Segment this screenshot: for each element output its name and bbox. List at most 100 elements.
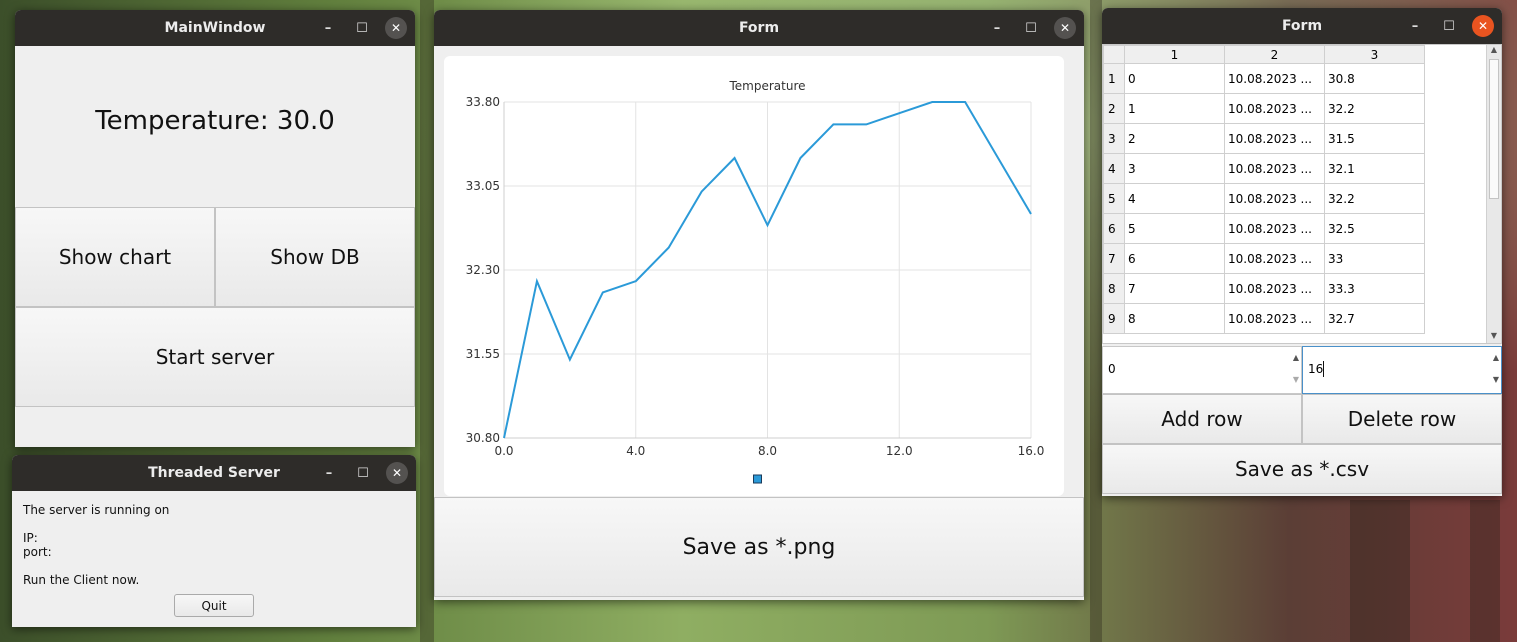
save-png-button[interactable]: Save as *.png [434, 497, 1084, 597]
chart-window-titlebar[interactable]: Form – ☐ ✕ [434, 10, 1084, 46]
y-tick-label: 32.30 [466, 263, 500, 277]
chart-panel: Temperature 0.0 4.0 8.0 12.0 16.0 33.80 33.05 32… [444, 56, 1064, 496]
table-cell[interactable]: 1 [1124, 93, 1225, 124]
server-window-titlebar[interactable]: Threaded Server – ☐ ✕ [12, 455, 416, 491]
row-header[interactable]: 6 [1103, 213, 1125, 244]
spin-down-icon[interactable]: ▼ [1293, 375, 1299, 384]
table-cell[interactable]: 10.08.2023 ... [1224, 243, 1325, 274]
save-csv-button[interactable]: Save as *.csv [1102, 444, 1502, 494]
end-index-spinbox[interactable]: 16 ▲ ▼ [1302, 346, 1502, 394]
show-chart-button[interactable]: Show chart [15, 207, 215, 307]
maximize-icon[interactable]: ☐ [1020, 17, 1042, 39]
y-tick-label: 30.80 [466, 431, 500, 445]
table-row[interactable]: 9 8 10.08.2023 ... 32.7 [1103, 303, 1425, 334]
table-cell[interactable]: 2 [1124, 123, 1225, 154]
x-tick-label: 0.0 [494, 444, 513, 458]
legend-marker [753, 474, 762, 484]
table-cell[interactable]: 32.7 [1324, 303, 1425, 334]
table-cell[interactable]: 32.2 [1324, 93, 1425, 124]
row-header[interactable]: 4 [1103, 153, 1125, 184]
text-cursor [1323, 361, 1324, 377]
table-cell[interactable]: 10.08.2023 ... [1224, 303, 1325, 334]
chart-title: Temperature [728, 79, 805, 93]
table-cell[interactable]: 30.8 [1324, 63, 1425, 94]
scroll-down-icon[interactable]: ▼ [1487, 331, 1501, 343]
table-cell[interactable]: 7 [1124, 273, 1225, 304]
close-icon[interactable]: ✕ [386, 462, 408, 484]
row-header[interactable]: 8 [1103, 273, 1125, 304]
table-cell[interactable]: 10.08.2023 ... [1224, 213, 1325, 244]
start-index-spinbox[interactable]: 0 ▲ ▼ [1102, 346, 1302, 394]
table-cell[interactable]: 10.08.2023 ... [1224, 273, 1325, 304]
data-table: 1 2 3 1 0 10.08.2023 ... 30.8 2 1 10.08.2023 .… [1103, 45, 1425, 334]
background-tree [1470, 500, 1500, 642]
close-icon[interactable]: ✕ [1472, 15, 1494, 37]
table-row[interactable]: 1 0 10.08.2023 ... 30.8 [1103, 63, 1425, 94]
row-header[interactable]: 3 [1103, 123, 1125, 154]
table-cell[interactable]: 32.1 [1324, 153, 1425, 184]
minimize-icon[interactable]: – [318, 462, 340, 484]
table-row[interactable]: 3 2 10.08.2023 ... 31.5 [1103, 123, 1425, 154]
table-cell[interactable]: 3 [1124, 153, 1225, 184]
background-tree [1350, 500, 1410, 642]
db-window-titlebar[interactable]: Form – ☐ ✕ [1102, 8, 1502, 44]
close-icon[interactable]: ✕ [385, 17, 407, 39]
table-cell[interactable]: 10.08.2023 ... [1224, 123, 1325, 154]
table-cell[interactable]: 31.5 [1324, 123, 1425, 154]
row-header[interactable]: 2 [1103, 93, 1125, 124]
main-window: MainWindow – ☐ ✕ Temperature: 30.0 Show … [15, 10, 415, 447]
db-window: Form – ☐ ✕ 1 2 3 1 0 10.08.2023 ... 30.8 2 1 1… [1102, 8, 1502, 496]
background-tree [420, 0, 434, 642]
spin-down-icon[interactable]: ▼ [1493, 375, 1499, 384]
row-header[interactable]: 1 [1103, 63, 1125, 94]
table-cell[interactable]: 10.08.2023 ... [1224, 153, 1325, 184]
maximize-icon[interactable]: ☐ [1438, 15, 1460, 37]
row-header[interactable]: 9 [1103, 303, 1125, 334]
maximize-icon[interactable]: ☐ [351, 17, 373, 39]
table-cell[interactable]: 0 [1124, 63, 1225, 94]
close-icon[interactable]: ✕ [1054, 17, 1076, 39]
main-window-titlebar[interactable]: MainWindow – ☐ ✕ [15, 10, 415, 46]
table-cell[interactable]: 33.3 [1324, 273, 1425, 304]
table-row[interactable]: 2 1 10.08.2023 ... 32.2 [1103, 93, 1425, 124]
table-cell[interactable]: 4 [1124, 183, 1225, 214]
column-header[interactable]: 3 [1324, 45, 1425, 64]
vertical-scrollbar[interactable]: ▲ ▼ [1486, 45, 1501, 343]
table-cell[interactable]: 10.08.2023 ... [1224, 93, 1325, 124]
table-cell[interactable]: 32.5 [1324, 213, 1425, 244]
row-header[interactable]: 5 [1103, 183, 1125, 214]
window-title: Threaded Server [148, 465, 280, 481]
corner-header[interactable] [1103, 45, 1125, 64]
x-tick-label: 16.0 [1018, 444, 1045, 458]
table-cell[interactable]: 5 [1124, 213, 1225, 244]
start-server-button[interactable]: Start server [15, 307, 415, 407]
maximize-icon[interactable]: ☐ [352, 462, 374, 484]
column-header[interactable]: 2 [1224, 45, 1325, 64]
table-row[interactable]: 5 4 10.08.2023 ... 32.2 [1103, 183, 1425, 214]
table-cell[interactable]: 10.08.2023 ... [1224, 63, 1325, 94]
table-row[interactable]: 8 7 10.08.2023 ... 33.3 [1103, 273, 1425, 304]
table-cell[interactable]: 32.2 [1324, 183, 1425, 214]
run-client-text: Run the Client now. [23, 573, 140, 587]
spin-up-icon[interactable]: ▲ [1493, 353, 1499, 362]
scrollbar-thumb[interactable] [1489, 59, 1499, 199]
scroll-up-icon[interactable]: ▲ [1487, 45, 1501, 57]
table-row[interactable]: 6 5 10.08.2023 ... 32.5 [1103, 213, 1425, 244]
spin-up-icon[interactable]: ▲ [1293, 353, 1299, 362]
column-header[interactable]: 1 [1124, 45, 1225, 64]
table-cell[interactable]: 33 [1324, 243, 1425, 274]
delete-row-button[interactable]: Delete row [1302, 394, 1502, 444]
quit-button[interactable]: Quit [174, 594, 254, 617]
table-row[interactable]: 7 6 10.08.2023 ... 33 [1103, 243, 1425, 274]
data-table-view[interactable]: 1 2 3 1 0 10.08.2023 ... 30.8 2 1 10.08.2023 .… [1102, 44, 1502, 344]
table-cell[interactable]: 8 [1124, 303, 1225, 334]
add-row-button[interactable]: Add row [1102, 394, 1302, 444]
table-cell[interactable]: 10.08.2023 ... [1224, 183, 1325, 214]
show-db-button[interactable]: Show DB [215, 207, 415, 307]
minimize-icon[interactable]: – [317, 17, 339, 39]
table-row[interactable]: 4 3 10.08.2023 ... 32.1 [1103, 153, 1425, 184]
minimize-icon[interactable]: – [1404, 15, 1426, 37]
table-cell[interactable]: 6 [1124, 243, 1225, 274]
minimize-icon[interactable]: – [986, 17, 1008, 39]
row-header[interactable]: 7 [1103, 243, 1125, 274]
